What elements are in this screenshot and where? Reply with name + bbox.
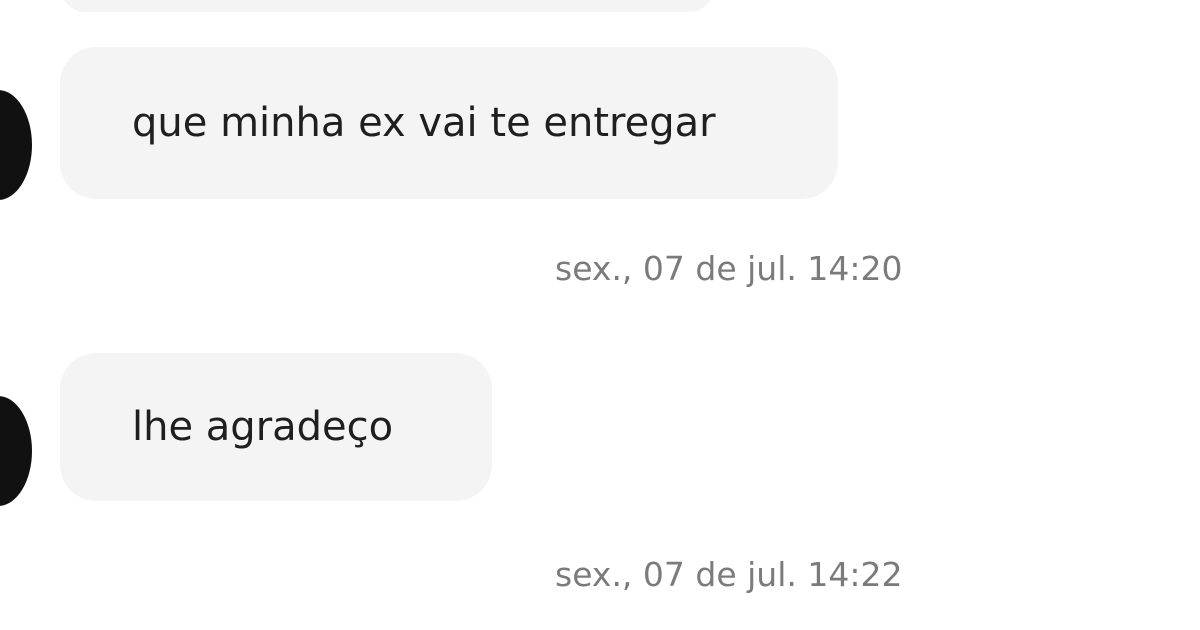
message-text: que minha ex vai te entregar [132,100,716,146]
message-timestamp: sex., 07 de jul. 14:20 [555,249,903,288]
message-bubble[interactable]: que minha ex vai te entregar [60,47,838,199]
message-text: lhe agradeço [132,404,394,450]
chat-thread: que minha ex vai te entregar sex., 07 de… [0,0,1200,630]
previous-message-bubble[interactable] [60,0,715,12]
sender-avatar[interactable] [0,90,32,200]
message-timestamp: sex., 07 de jul. 14:22 [555,555,903,594]
message-bubble[interactable]: lhe agradeço [60,353,492,501]
sender-avatar[interactable] [0,396,32,506]
